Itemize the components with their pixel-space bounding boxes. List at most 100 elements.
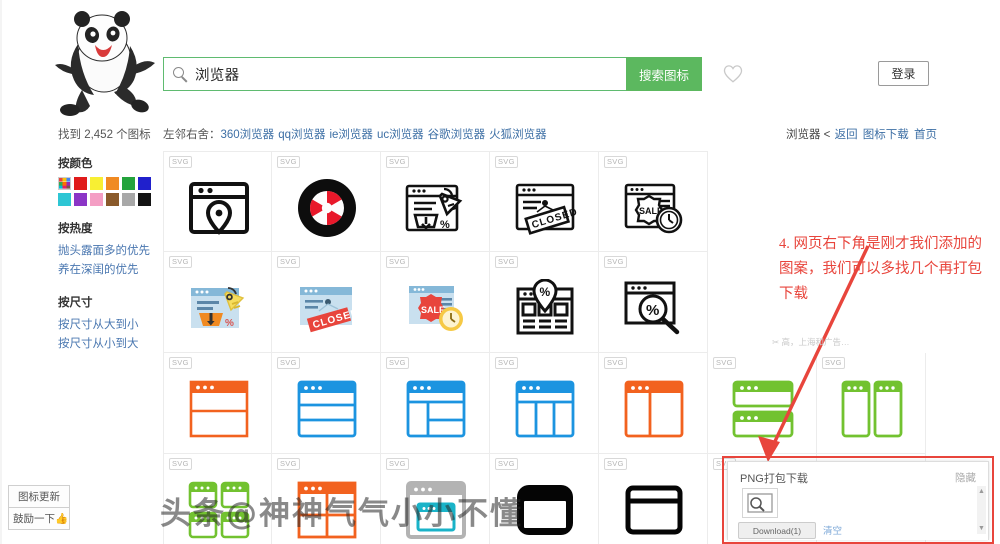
filter-size-asc[interactable]: 按尺寸从小到大	[58, 335, 158, 354]
window-two-panes-green-icon	[817, 367, 926, 451]
ad-close-label[interactable]: ✂ 高，上海和广告…	[772, 336, 850, 348]
breadcrumb-link-home[interactable]: 首页	[914, 129, 937, 141]
browser-closed-sign-outline-icon: CLOSED	[490, 166, 599, 250]
heart-icon[interactable]	[722, 63, 744, 84]
results-count: 找到 2,452 个图标	[58, 129, 151, 141]
icon-tile-window-outline-black[interactable]: SVG	[599, 454, 708, 544]
icon-tile-window-two-columns-orange[interactable]: SVG	[599, 353, 708, 454]
window-rounded-black-icon	[490, 468, 599, 544]
icon-tile-window-quad-orange[interactable]: SVG	[272, 454, 381, 544]
window-quad-orange-icon	[272, 468, 381, 544]
download-panel-hide-button[interactable]: 隐藏	[955, 470, 976, 485]
icon-tile-window-in-window-cyan[interactable]: SVG	[381, 454, 490, 544]
icon-tile-browser-location-outline[interactable]: SVG	[163, 151, 272, 252]
browser-sale-clock-flat-icon: SALE	[381, 266, 490, 350]
icon-tile-browser-closed-sign-outline[interactable]: SVG CLOSED	[490, 151, 599, 252]
color-swatch-purple[interactable]	[74, 193, 87, 206]
related-link-3[interactable]: uc浏览器	[377, 129, 424, 141]
browser-discount-pin-outline-icon: %	[490, 266, 599, 350]
filter-heading-color: 按颜色	[58, 158, 93, 170]
icon-tile-browser-percent-search-outline[interactable]: SVG %	[599, 252, 708, 353]
icon-tile-window-sidebar-blue[interactable]: SVG	[381, 353, 490, 454]
breadcrumb-link-back[interactable]: 返回	[835, 129, 858, 141]
search-button[interactable]: 搜索图标	[626, 57, 702, 91]
popularity-filter-list: 抛头露面多的优先 养在深闺的优先	[58, 242, 158, 280]
browser-percent-search-outline-icon: %	[599, 266, 708, 350]
icon-tile-window-split-horizontal-orange[interactable]: SVG	[163, 353, 272, 454]
color-swatch-yellow[interactable]	[90, 177, 103, 190]
chevron-up-icon[interactable]: ▲	[978, 488, 985, 495]
color-swatch-pink[interactable]	[90, 193, 103, 206]
download-panel-title: PNG打包下载	[740, 473, 808, 485]
icon-tile-window-two-panes-green[interactable]: SVG	[817, 353, 926, 454]
icon-tile-yandex-browser-logo[interactable]: SVG	[272, 151, 381, 252]
icon-tile-browser-sale-clock-flat[interactable]: SVG SALE	[381, 252, 490, 353]
related-link-0[interactable]: 360浏览器	[221, 129, 275, 141]
related-searches: 左邻右舍：360浏览器 qq浏览器 ie浏览器 uc浏览器 谷歌浏览器 火狐浏览器	[163, 126, 551, 142]
encourage-button[interactable]: 鼓励一下👍	[8, 508, 70, 530]
icon-tile-window-rounded-black[interactable]: SVG	[490, 454, 599, 544]
color-swatch-gray[interactable]	[122, 193, 135, 206]
icon-tile-window-three-rows-blue[interactable]: SVG	[272, 353, 381, 454]
window-in-window-cyan-icon	[381, 468, 490, 544]
related-link-5[interactable]: 火狐浏览器	[489, 129, 547, 141]
filter-most-popular[interactable]: 抛头露面多的优先	[58, 242, 158, 261]
panda-logo	[55, 11, 155, 116]
search-icon	[173, 66, 188, 82]
related-link-1[interactable]: qq浏览器	[278, 129, 325, 141]
icon-tile-window-grid-four-green[interactable]: SVG	[163, 454, 272, 544]
icon-tile-browser-closed-sign-flat[interactable]: SVG CLOSED	[272, 252, 381, 353]
icon-tile-window-stacked-green[interactable]: SVG	[708, 353, 817, 454]
filter-least-popular[interactable]: 养在深闺的优先	[58, 261, 158, 280]
svg-text:%: %	[646, 302, 659, 319]
login-button[interactable]: 登录	[878, 61, 929, 86]
browser-sale-clock-outline-icon: SALE	[599, 166, 708, 250]
color-swatch-black[interactable]	[138, 193, 151, 206]
color-swatch-blue[interactable]	[138, 177, 151, 190]
icon-tile-browser-sale-clock-outline[interactable]: SVG SALE	[599, 151, 708, 252]
site-header: 浏览器 搜索图标 登录	[0, 0, 1000, 118]
breadcrumb: 浏览器 < 返回 图标下载 首页	[786, 126, 938, 142]
window-sidebar-blue-icon	[381, 367, 490, 451]
icon-tile-window-three-columns-blue[interactable]: SVG	[490, 353, 599, 454]
search-input[interactable]: 浏览器	[163, 57, 626, 91]
color-swatch-red[interactable]	[74, 177, 87, 190]
svg-text:%: %	[539, 285, 550, 299]
image-thumbnail-icon	[747, 493, 773, 513]
breadcrumb-current: 浏览器	[785, 129, 821, 141]
window-three-rows-blue-icon	[272, 367, 381, 451]
related-label: 左邻右舍：	[163, 129, 221, 141]
color-swatch-green[interactable]	[122, 177, 135, 190]
color-swatch-multicolor[interactable]	[58, 177, 71, 190]
browser-shopping-tag-outline-icon: %	[381, 166, 490, 250]
download-button[interactable]: Download(1)	[738, 522, 816, 539]
color-swatch-brown[interactable]	[106, 193, 119, 206]
svg-text:%: %	[440, 219, 450, 231]
icon-tile-browser-shopping-tag-flat[interactable]: SVG %	[163, 252, 272, 353]
color-swatch-orange[interactable]	[106, 177, 119, 190]
filter-heading-popularity: 按热度	[58, 223, 93, 235]
icon-tile-browser-shopping-tag-outline[interactable]: SVG %	[381, 151, 490, 252]
download-scrollbar[interactable]: ▲ ▼	[977, 486, 986, 534]
search-bar[interactable]: 浏览器 搜索图标	[163, 57, 702, 91]
filter-heading-size: 按尺寸	[58, 297, 93, 309]
download-thumbnail[interactable]	[742, 488, 778, 518]
window-outline-black-icon	[599, 468, 708, 544]
filter-size-desc[interactable]: 按尺寸从大到小	[58, 316, 158, 335]
browser-closed-sign-flat-icon: CLOSED	[272, 266, 381, 350]
related-link-4[interactable]: 谷歌浏览器	[428, 129, 486, 141]
yandex-browser-logo-icon	[272, 166, 381, 250]
color-swatch-list	[58, 177, 151, 206]
scissors-icon: ✂	[772, 337, 780, 347]
window-stacked-green-icon	[708, 367, 817, 451]
filter-sidebar: 按颜色 按热度 抛头露面多的优先 养在深闺的优先 按尺寸 按尺寸从大到小 按尺寸…	[58, 155, 158, 368]
related-link-2[interactable]: ie浏览器	[329, 129, 372, 141]
window-three-columns-blue-icon	[490, 367, 599, 451]
chevron-down-icon[interactable]: ▼	[978, 525, 985, 532]
clear-button[interactable]: 清空	[823, 523, 842, 537]
icon-update-button[interactable]: 图标更新	[8, 485, 70, 508]
color-swatch-cyan[interactable]	[58, 193, 71, 206]
icon-tile-browser-discount-pin-outline[interactable]: SVG %	[490, 252, 599, 353]
window-two-columns-orange-icon	[599, 367, 708, 451]
breadcrumb-link-download[interactable]: 图标下载	[863, 129, 909, 141]
